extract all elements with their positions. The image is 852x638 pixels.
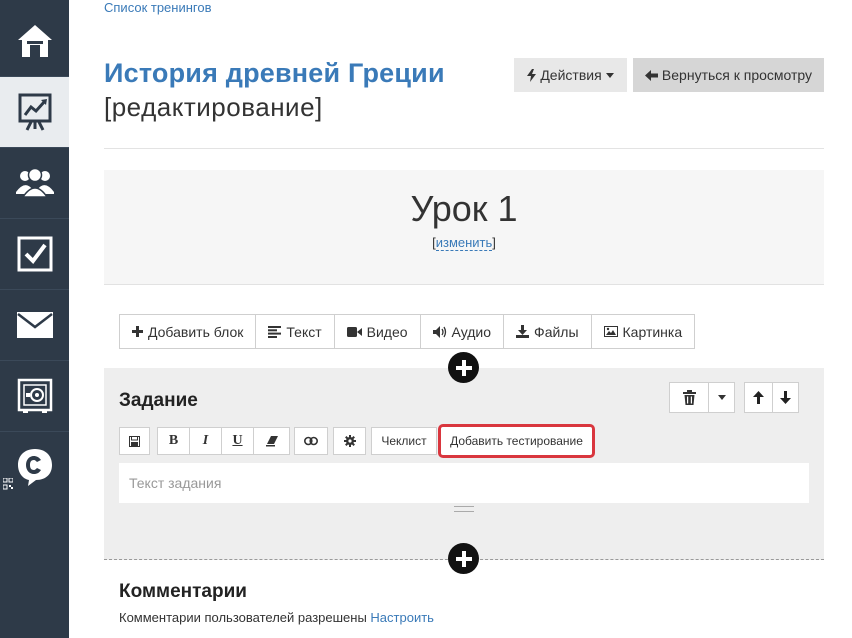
chat-logo-icon [17, 449, 52, 486]
italic-button[interactable]: I [189, 427, 222, 455]
lesson-edit: [изменить] [104, 235, 824, 251]
envelope-icon [16, 312, 53, 338]
add-block-toolbar: Добавить блок Текст Видео Аудио Файлы Ка… [119, 314, 696, 349]
sidebar-item-users[interactable] [0, 148, 69, 219]
move-down-button[interactable] [772, 382, 799, 413]
checkbox-icon [17, 236, 52, 272]
sidebar-item-chat[interactable] [0, 432, 69, 502]
files-block-label: Файлы [534, 323, 579, 340]
sidebar-item-tasks[interactable] [0, 219, 69, 290]
comments-status-text: Комментарии пользователей разрешены [119, 610, 371, 625]
delete-block-button[interactable] [669, 382, 709, 413]
picture-block-label: Картинка [622, 323, 683, 340]
gear-icon [343, 435, 356, 447]
comments-status: Комментарии пользователей разрешены Наст… [119, 610, 434, 625]
arrow-left-icon [644, 69, 658, 81]
text-block-label: Текст [286, 323, 322, 340]
download-icon [516, 325, 530, 338]
comments-title: Комментарии [119, 581, 247, 602]
video-block-label: Видео [366, 323, 408, 340]
add-test-button[interactable]: Добавить тестирование [438, 424, 595, 458]
actions-label: Действия [540, 67, 602, 83]
plus-icon [455, 359, 472, 376]
header-divider [104, 148, 824, 149]
clear-format-button[interactable] [253, 427, 290, 455]
sidebar-item-trainings[interactable] [0, 77, 69, 148]
plus-icon [455, 550, 472, 567]
align-left-icon [268, 325, 282, 338]
bracket-close: ] [492, 235, 496, 250]
plus-icon [132, 326, 143, 337]
bold-button[interactable]: B [157, 427, 190, 455]
picture-block-button[interactable]: Картинка [591, 315, 695, 348]
bolt-icon [527, 68, 537, 82]
home-icon [17, 25, 52, 57]
comments-settings-link[interactable]: Настроить [370, 610, 434, 625]
lesson-title: Урок 1 [410, 188, 518, 229]
video-block-button[interactable]: Видео [334, 315, 421, 348]
lesson-edit-link[interactable]: изменить [435, 235, 493, 251]
caret-down-icon [605, 72, 614, 78]
audio-block-button[interactable]: Аудио [420, 315, 505, 348]
resize-handle[interactable] [454, 506, 474, 512]
volume-icon [432, 325, 446, 338]
settings-button[interactable] [333, 427, 366, 455]
qr-code-icon[interactable] [3, 478, 13, 490]
underline-button[interactable]: U [221, 427, 254, 455]
audio-block-label: Аудио [451, 323, 492, 340]
arrow-down-icon [780, 391, 791, 404]
sidebar-item-home[interactable] [0, 6, 69, 77]
sidebar [0, 0, 69, 638]
sidebar-item-safe[interactable] [0, 361, 69, 432]
insert-block-above-button[interactable] [448, 352, 479, 383]
task-text-input[interactable] [119, 463, 809, 503]
sidebar-item-mail[interactable] [0, 290, 69, 361]
users-icon [15, 167, 54, 198]
page-mode: [редактирование] [104, 92, 323, 122]
trash-icon [682, 390, 696, 405]
link-icon [304, 436, 318, 446]
chart-board-icon [18, 93, 51, 131]
floppy-disk-icon [129, 435, 140, 447]
task-title: Задание [119, 390, 198, 411]
eraser-icon [265, 435, 278, 446]
files-block-button[interactable]: Файлы [504, 315, 592, 348]
video-camera-icon [346, 326, 362, 337]
move-up-button[interactable] [744, 382, 773, 413]
add-block-label: Добавить блок [148, 323, 244, 340]
actions-dropdown-button[interactable]: Действия [514, 58, 627, 92]
add-block-button[interactable]: Добавить блок [120, 315, 257, 348]
page-title: История древней Греции [104, 58, 445, 88]
back-to-view-button[interactable]: Вернуться к просмотру [633, 58, 824, 92]
caret-down-icon [717, 395, 726, 400]
block-options-dropdown[interactable] [708, 382, 735, 413]
text-block-button[interactable]: Текст [256, 315, 335, 348]
image-icon [603, 326, 618, 337]
back-label: Вернуться к просмотру [661, 67, 813, 83]
breadcrumb-trainings-list[interactable]: Список тренингов [104, 0, 212, 15]
save-button[interactable] [119, 427, 150, 455]
safe-icon [17, 378, 52, 413]
insert-link-button[interactable] [294, 427, 328, 455]
checklist-button[interactable]: Чеклист [371, 427, 437, 455]
arrow-up-icon [753, 391, 764, 404]
insert-block-below-button[interactable] [448, 543, 479, 574]
